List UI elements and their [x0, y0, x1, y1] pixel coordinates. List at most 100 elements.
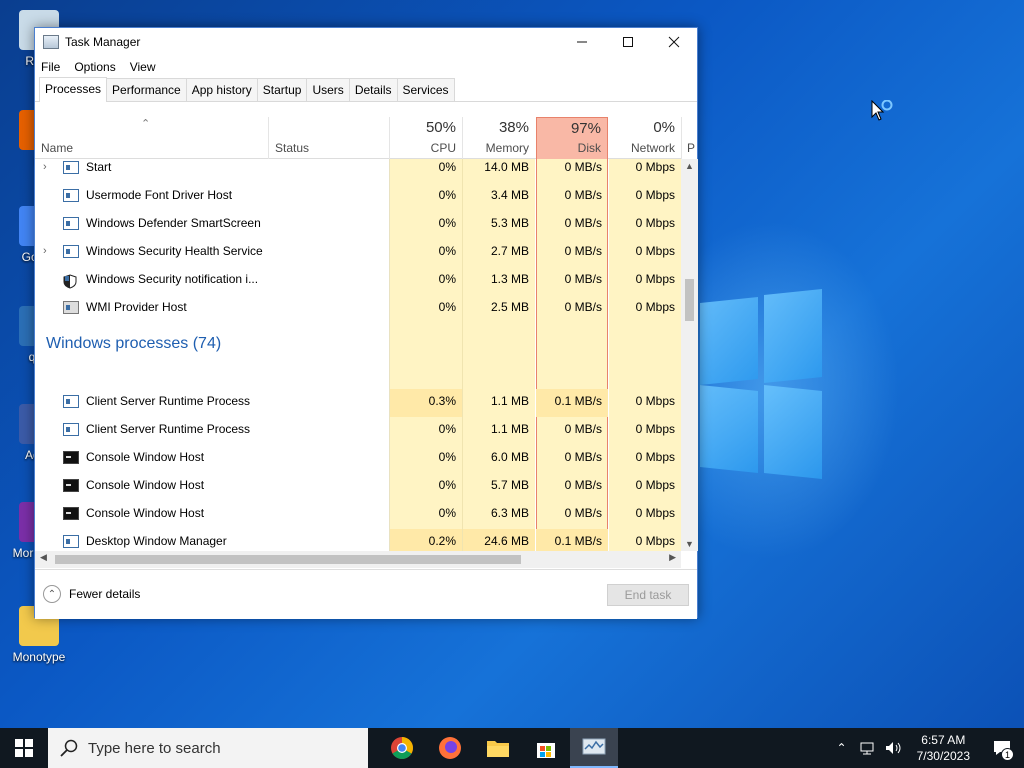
scroll-right-arrow-icon[interactable]: ▶ [669, 552, 676, 563]
process-icon [63, 217, 79, 230]
end-task-button[interactable]: End task [607, 584, 689, 606]
scroll-up-arrow-icon[interactable]: ▲ [681, 161, 698, 171]
action-center-button[interactable]: 1 [980, 728, 1024, 768]
table-row[interactable]: › Windows Security Health Service 0% 2.7 MB… [35, 239, 681, 267]
tab-processes[interactable]: Processes [39, 77, 108, 102]
cell-cpu: 0% [438, 422, 456, 436]
table-row[interactable]: WMI Provider Host 0% 2.5 MB 0 MB/s 0 Mbps [35, 295, 681, 323]
cell-disk: 0 MB/s [564, 506, 602, 520]
vertical-scroll-thumb[interactable] [685, 279, 694, 321]
task-manager-icon [43, 35, 59, 49]
process-icon [63, 189, 79, 202]
process-icon [63, 161, 79, 174]
cell-net: 0 Mbps [635, 534, 675, 548]
taskbar-store[interactable] [522, 728, 570, 768]
taskbar-firefox[interactable] [426, 728, 474, 768]
process-name: Console Window Host [86, 478, 205, 492]
network-icon[interactable] [859, 741, 875, 755]
clock-time: 6:57 AM [921, 733, 966, 747]
volume-icon[interactable] [885, 741, 903, 755]
header-disk-label: Disk [577, 141, 601, 155]
store-icon [537, 743, 555, 758]
table-row[interactable]: Client Server Runtime Process 0% 1.1 MB 0 M… [35, 417, 681, 445]
cell-disk: 0 MB/s [564, 160, 602, 174]
console-icon [63, 479, 79, 492]
column-header-power[interactable]: P [685, 117, 697, 159]
taskbar-task-manager[interactable] [570, 728, 618, 768]
close-button[interactable] [651, 28, 697, 56]
cell-disk: 0 MB/s [564, 272, 602, 286]
header-network-label: Network [630, 141, 675, 155]
column-header-name[interactable]: Name [35, 117, 268, 159]
tab-startup[interactable]: Startup [256, 78, 308, 101]
horizontal-scrollbar[interactable]: ◀ ▶ [35, 551, 681, 568]
gear-icon [63, 301, 79, 314]
process-name: Windows Security notification i... [86, 272, 259, 286]
column-header-memory[interactable]: 38% Memory [463, 117, 535, 159]
cell-mem: 3.4 MB [490, 188, 529, 202]
table-row[interactable]: Desktop Window Manager 0.2% 24.6 MB 0.1 MB/… [35, 529, 681, 551]
table-row[interactable]: Console Window Host 0% 6.0 MB 0 MB/s 0 Mbps [35, 445, 681, 473]
column-header-cpu[interactable]: 50% CPU [390, 117, 462, 159]
cell-mem: 5.3 MB [490, 216, 529, 230]
tab-services[interactable]: Services [396, 78, 455, 101]
table-row[interactable]: Client Server Runtime Process 0.3% 1.1 MB 0… [35, 389, 681, 417]
taskbar-search-box[interactable]: Type here to search [48, 728, 368, 768]
tab-users[interactable]: Users [306, 78, 350, 101]
cell-mem: 1.3 MB [490, 272, 529, 286]
cell-disk: 0 MB/s [564, 244, 602, 258]
menu-bar: File Options View [35, 56, 697, 78]
table-row[interactable]: › Start 0% 14.0 MB 0 MB/s 0 Mbps [35, 159, 681, 183]
taskbar-clock[interactable]: 6:57 AM 7/30/2023 [917, 732, 970, 764]
search-placeholder: Type here to search [88, 739, 221, 757]
cell-mem: 6.0 MB [490, 450, 529, 464]
start-button[interactable] [0, 728, 48, 768]
expand-chevron-icon[interactable]: › [43, 239, 47, 263]
menu-view[interactable]: View [130, 60, 156, 74]
table-row[interactable]: Windows Defender SmartScreen 0% 5.3 MB 0 MB… [35, 211, 681, 239]
cell-mem: 14.0 MB [484, 160, 529, 174]
menu-file[interactable]: File [41, 60, 60, 74]
group-header-windows-processes[interactable]: Windows processes (74) [46, 335, 221, 353]
horizontal-scroll-thumb[interactable] [55, 555, 521, 564]
tab-details[interactable]: Details [348, 78, 398, 101]
process-icon [63, 423, 79, 436]
table-row[interactable]: Usermode Font Driver Host 0% 3.4 MB 0 MB/s 0… [35, 183, 681, 211]
taskbar-file-explorer[interactable] [474, 728, 522, 768]
menu-options[interactable]: Options [74, 60, 115, 74]
mouse-cursor-icon [871, 99, 897, 127]
expand-chevron-icon[interactable]: › [43, 159, 47, 179]
table-row[interactable]: Console Window Host 0% 6.3 MB 0 MB/s 0 Mbps [35, 501, 681, 529]
table-row[interactable]: Console Window Host 0% 5.7 MB 0 MB/s 0 Mbps [35, 473, 681, 501]
scroll-down-arrow-icon[interactable]: ▼ [681, 539, 698, 549]
folder-icon [487, 741, 509, 757]
windows-start-icon [15, 739, 33, 757]
disk-percent: 97% [570, 120, 601, 137]
scroll-left-arrow-icon[interactable]: ◀ [40, 552, 47, 563]
minimize-button[interactable] [559, 28, 605, 56]
column-header-row: ⌃ Name Status 50% CPU 38% Memory 97% Dis… [35, 117, 695, 159]
table-row[interactable]: Windows Security notification i... 0% 1.3 … [35, 267, 681, 295]
tab-app-history[interactable]: App history [185, 78, 258, 101]
column-header-network[interactable]: 0% Network [609, 117, 681, 159]
show-hidden-icons-chevron-icon[interactable]: ⌃ [837, 741, 847, 755]
process-icon [63, 245, 79, 258]
cell-cpu: 0% [438, 272, 456, 286]
maximize-button[interactable] [605, 28, 651, 56]
fewer-details-label: Fewer details [69, 587, 141, 601]
network-percent: 0% [653, 119, 675, 136]
fewer-details-button[interactable]: ⌃ Fewer details [43, 585, 140, 603]
header-name-label: Name [41, 141, 74, 155]
cell-cpu: 0% [438, 506, 456, 520]
process-name: Client Server Runtime Process [86, 422, 251, 436]
cell-disk: 0.1 MB/s [536, 389, 608, 417]
column-header-disk[interactable]: 97% Disk [536, 117, 608, 159]
tab-performance[interactable]: Performance [106, 78, 187, 101]
cell-mem: 6.3 MB [490, 506, 529, 520]
column-header-status[interactable]: Status [269, 117, 389, 159]
title-bar[interactable]: Task Manager [35, 28, 697, 56]
memory-percent: 38% [498, 119, 529, 136]
taskbar-chrome[interactable] [378, 728, 426, 768]
vertical-scrollbar[interactable]: ▲ ▼ [681, 159, 698, 551]
cell-mem: 24.6 MB [463, 529, 535, 551]
